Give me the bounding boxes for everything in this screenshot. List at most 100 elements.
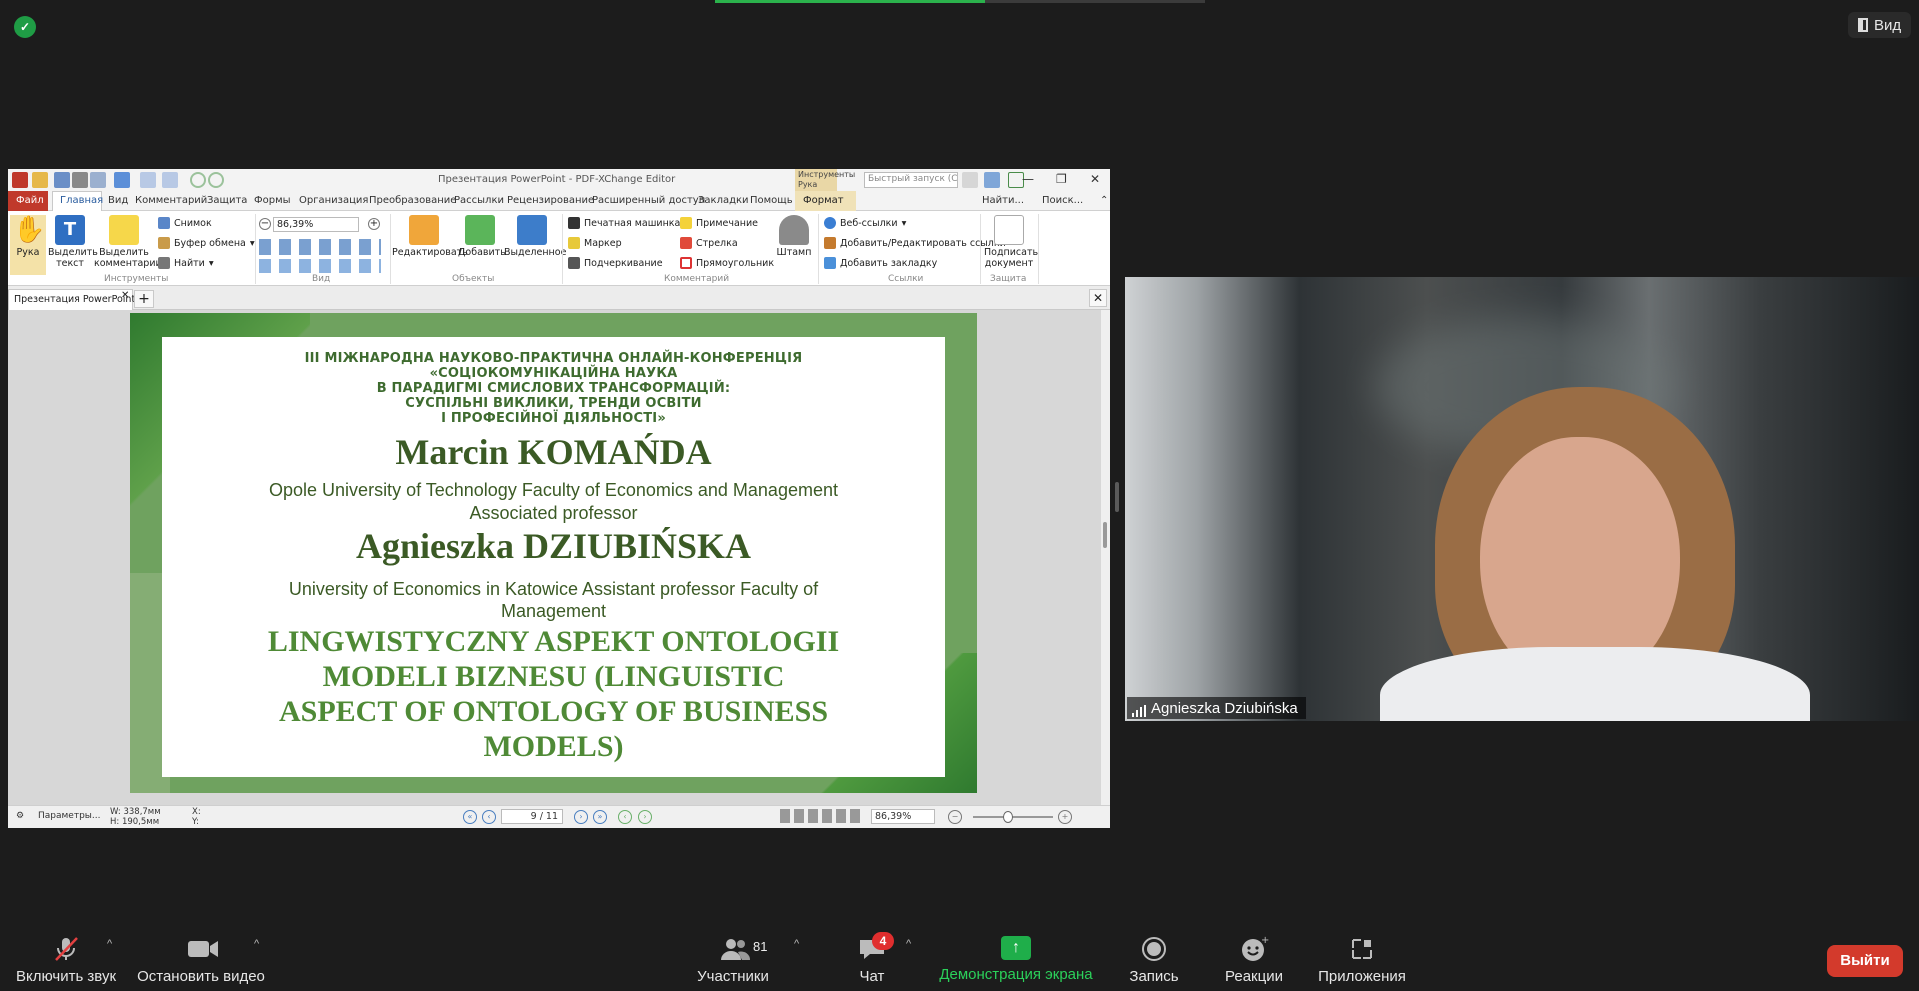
params-button[interactable]: Параметры... bbox=[38, 811, 100, 821]
tab-share[interactable]: Расширенный доступ bbox=[592, 195, 705, 206]
typewriter-button[interactable]: Печатная машинка bbox=[568, 217, 680, 229]
find-button[interactable]: Найти... bbox=[982, 195, 1024, 206]
find-ribbon-button[interactable]: Найти ▾ bbox=[158, 257, 214, 269]
print-icon[interactable] bbox=[72, 172, 88, 188]
screen-share-indicator bbox=[715, 0, 1205, 3]
new-tab-button[interactable]: + bbox=[134, 290, 154, 308]
tab-review[interactable]: Рецензирование bbox=[507, 195, 594, 206]
tab-home[interactable]: Главная bbox=[52, 191, 103, 211]
params-gear-icon[interactable]: ⚙ bbox=[16, 811, 24, 821]
web-links-button[interactable]: Веб-ссылки ▾ bbox=[824, 217, 906, 229]
open-folder-icon[interactable] bbox=[32, 172, 48, 188]
status-zoom-in-icon[interactable]: + bbox=[1058, 810, 1072, 824]
reactions-button[interactable]: + Реакции bbox=[1222, 935, 1286, 985]
note-icon bbox=[680, 217, 692, 229]
leave-meeting-button[interactable]: Выйти bbox=[1827, 945, 1903, 977]
tab-mailings[interactable]: Рассылки bbox=[454, 195, 504, 206]
save-icon[interactable] bbox=[54, 172, 70, 188]
tab-comment[interactable]: Комментарий bbox=[135, 195, 207, 206]
rectangle-button[interactable]: Прямоугольник bbox=[680, 257, 774, 269]
note-button[interactable]: Примечание bbox=[680, 217, 758, 229]
status-zoom-combobox[interactable]: 86,39% bbox=[871, 809, 935, 824]
author1-name: Marcin KOMAŃDA bbox=[395, 432, 712, 472]
minimize-icon[interactable]: — bbox=[1022, 172, 1034, 186]
underline-button[interactable]: Подчеркивание bbox=[568, 257, 663, 269]
unmute-label: Включить звук bbox=[15, 968, 117, 985]
forward-icon[interactable] bbox=[208, 172, 224, 188]
find-ribbon-label: Найти bbox=[174, 257, 205, 269]
unmute-button[interactable]: Включить звук bbox=[12, 936, 120, 985]
zoom-combobox[interactable]: 86,39% bbox=[273, 217, 359, 232]
tab-organize[interactable]: Организация bbox=[299, 195, 368, 206]
undo-icon[interactable] bbox=[140, 172, 156, 188]
close-tab-icon[interactable]: ✕ bbox=[121, 290, 129, 301]
split-view-handle[interactable] bbox=[1115, 482, 1119, 512]
stop-video-button[interactable]: Остановить видео bbox=[136, 936, 266, 985]
view-button[interactable]: Вид bbox=[1848, 12, 1912, 38]
add-button[interactable]: Добавить bbox=[458, 215, 506, 258]
document-tab[interactable]: Презентация PowerPoint bbox=[8, 289, 135, 310]
ui-options-icon[interactable] bbox=[984, 172, 1000, 188]
add-icon bbox=[465, 215, 495, 245]
quick-search-icon[interactable] bbox=[962, 172, 978, 188]
zoom-slider[interactable] bbox=[973, 811, 1053, 823]
scan-icon[interactable] bbox=[114, 172, 130, 188]
security-shield-icon[interactable]: ✓ bbox=[14, 16, 36, 38]
view-tools-row1[interactable] bbox=[259, 239, 381, 255]
audio-options-caret[interactable]: ^ bbox=[107, 938, 112, 950]
close-document-icon[interactable]: ✕ bbox=[1089, 289, 1107, 307]
tab-file[interactable]: Файл bbox=[8, 191, 48, 211]
next-page-icon[interactable]: › bbox=[574, 810, 588, 824]
sign-document-button[interactable]: Подписать документ bbox=[984, 215, 1038, 269]
back-view-icon[interactable]: ‹ bbox=[618, 810, 632, 824]
chat-options-caret[interactable]: ^ bbox=[906, 938, 911, 950]
tab-help[interactable]: Помощь bbox=[750, 195, 793, 206]
search-button[interactable]: Поиск... bbox=[1042, 195, 1083, 206]
last-page-icon[interactable]: » bbox=[593, 810, 607, 824]
stamp-button[interactable]: Штамп bbox=[774, 215, 814, 258]
zoom-out-icon[interactable]: − bbox=[259, 218, 271, 230]
tab-format[interactable]: Формат bbox=[795, 191, 856, 211]
first-page-icon[interactable]: « bbox=[463, 810, 477, 824]
participants-options-caret[interactable]: ^ bbox=[794, 938, 799, 950]
participant-video[interactable]: Agnieszka Dziubińska bbox=[1125, 277, 1919, 721]
tab-protect[interactable]: Защита bbox=[207, 195, 247, 206]
collapse-ribbon-icon[interactable]: ⌃ bbox=[1100, 195, 1108, 206]
page-layout-icons[interactable] bbox=[780, 809, 860, 823]
snapshot-button[interactable]: Снимок bbox=[158, 217, 212, 229]
clipboard-button[interactable]: Буфер обмена ▾ bbox=[158, 237, 255, 249]
redo-icon[interactable] bbox=[162, 172, 178, 188]
tab-bookmarks[interactable]: Закладки bbox=[698, 195, 749, 206]
zoom-in-icon[interactable]: + bbox=[368, 218, 380, 230]
marker-button[interactable]: Маркер bbox=[568, 237, 622, 249]
rectangle-icon bbox=[680, 257, 692, 269]
status-zoom-out-icon[interactable]: − bbox=[948, 810, 962, 824]
page-number-input[interactable]: 9 / 11 bbox=[501, 809, 563, 824]
video-options-caret[interactable]: ^ bbox=[254, 938, 259, 950]
edit-button[interactable]: Редактировать bbox=[392, 215, 468, 258]
quick-launch-input[interactable]: Быстрый запуск (Ctrl... bbox=[864, 172, 958, 188]
back-icon[interactable] bbox=[190, 172, 206, 188]
view-tools-row2[interactable] bbox=[259, 259, 381, 273]
restore-icon[interactable]: ❐ bbox=[1056, 172, 1067, 186]
prev-page-icon[interactable]: ‹ bbox=[482, 810, 496, 824]
forward-view-icon[interactable]: › bbox=[638, 810, 652, 824]
tab-view[interactable]: Вид bbox=[108, 195, 128, 206]
vertical-scrollbar[interactable] bbox=[1101, 310, 1110, 805]
arrow-button[interactable]: Стрелка bbox=[680, 237, 738, 249]
tools-context-tab[interactable]: Инструменты Рука bbox=[795, 169, 855, 191]
share-screen-button[interactable]: ↑ Демонстрация экрана bbox=[936, 936, 1096, 983]
selected-button[interactable]: Выделенное bbox=[504, 215, 566, 258]
add-bookmark-button[interactable]: Добавить закладку bbox=[824, 257, 937, 269]
apps-button[interactable]: Приложения bbox=[1314, 936, 1410, 985]
select-comments-button[interactable]: Выделить комментарии bbox=[94, 215, 162, 269]
tab-forms[interactable]: Формы bbox=[254, 195, 291, 206]
tab-convert[interactable]: Преобразование bbox=[369, 195, 456, 206]
hand-tool-button[interactable]: ✋ Рука bbox=[10, 215, 46, 275]
add-edit-links-button[interactable]: Добавить/Редактировать ссылки bbox=[824, 237, 1006, 249]
close-window-icon[interactable]: ✕ bbox=[1090, 172, 1100, 186]
select-text-button[interactable]: T Выделить текст bbox=[48, 215, 98, 269]
record-button[interactable]: Запись bbox=[1126, 936, 1182, 985]
document-viewport[interactable]: III МІЖНАРОДНА НАУКОВО-ПРАКТИЧНА ОНЛАЙН-… bbox=[8, 310, 1101, 805]
email-icon[interactable] bbox=[90, 172, 106, 188]
